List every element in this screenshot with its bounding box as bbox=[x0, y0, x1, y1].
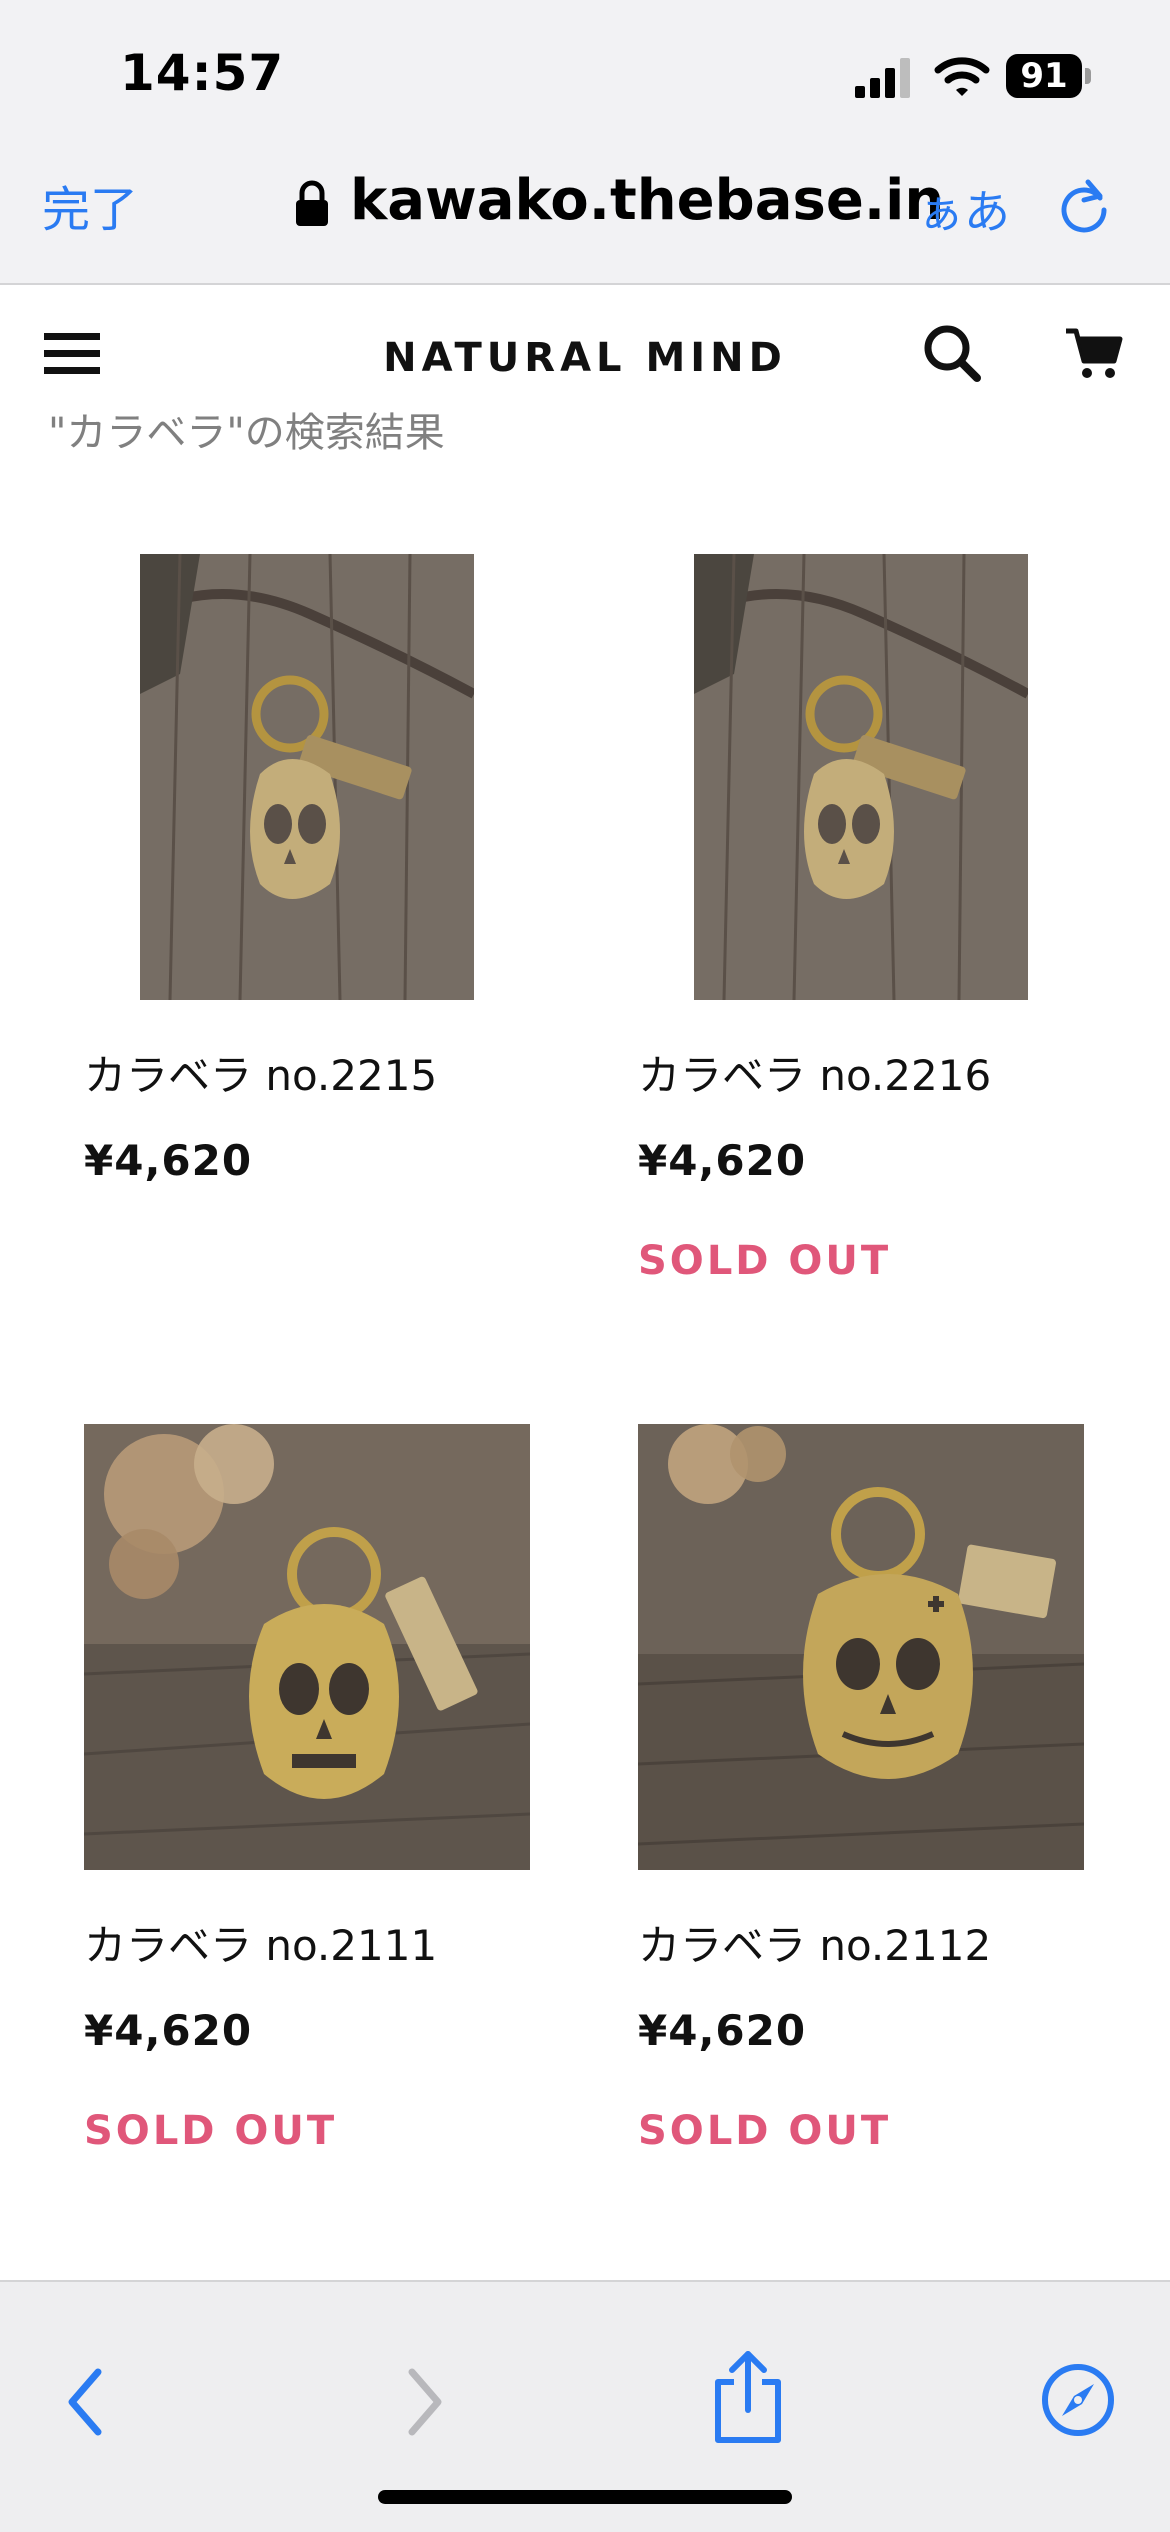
sold-out-badge: SOLD OUT bbox=[638, 2108, 892, 2154]
product-name[interactable]: カラベラ no.2215 bbox=[84, 1042, 437, 1103]
site-title[interactable]: NATURAL MIND bbox=[0, 335, 1170, 381]
search-results-heading: "カラベラ"の検索結果 bbox=[48, 410, 445, 456]
search-icon[interactable] bbox=[922, 323, 982, 383]
product-price: ¥4,620 bbox=[638, 1136, 807, 1185]
share-icon[interactable] bbox=[712, 2348, 784, 2444]
product-image[interactable] bbox=[140, 554, 474, 1000]
home-indicator[interactable] bbox=[378, 2490, 792, 2504]
status-time: 14:57 bbox=[120, 44, 285, 102]
product-name[interactable]: カラベラ no.2112 bbox=[638, 1912, 991, 1973]
battery-icon: 91 bbox=[1006, 54, 1091, 98]
product-card[interactable]: カラベラ no.2111 ¥4,620 SOLD OUT bbox=[84, 1424, 544, 2184]
status-bar: 14:57 91 bbox=[0, 0, 1170, 140]
text-size-button[interactable]: ぁあ bbox=[918, 176, 1010, 242]
sold-out-badge: SOLD OUT bbox=[84, 2108, 338, 2154]
product-price: ¥4,620 bbox=[84, 1136, 253, 1185]
product-card[interactable]: カラベラ no.2112 ¥4,620 SOLD OUT bbox=[638, 1424, 1098, 2184]
url-text[interactable]: kawako.thebase.in bbox=[350, 168, 944, 233]
battery-tip bbox=[1085, 68, 1091, 84]
browser-url-bar: 完了 kawako.thebase.in ぁあ bbox=[0, 140, 1170, 285]
site-header: NATURAL MIND bbox=[0, 287, 1170, 397]
signal-icon bbox=[855, 58, 910, 98]
product-image[interactable] bbox=[638, 1424, 1084, 1870]
product-name[interactable]: カラベラ no.2216 bbox=[638, 1042, 991, 1103]
product-image[interactable] bbox=[694, 554, 1028, 1000]
done-button[interactable]: 完了 bbox=[42, 170, 138, 240]
lock-icon bbox=[296, 180, 328, 226]
product-price: ¥4,620 bbox=[84, 2006, 253, 2055]
reload-icon[interactable] bbox=[1054, 176, 1114, 236]
back-icon[interactable] bbox=[58, 2362, 114, 2442]
sold-out-badge: SOLD OUT bbox=[638, 1238, 892, 1284]
wifi-icon bbox=[934, 57, 990, 96]
forward-icon[interactable] bbox=[396, 2362, 452, 2442]
product-image[interactable] bbox=[84, 1424, 530, 1870]
cart-icon[interactable] bbox=[1064, 325, 1124, 381]
product-name[interactable]: カラベラ no.2111 bbox=[84, 1912, 437, 1973]
battery-level: 91 bbox=[1006, 54, 1082, 98]
product-price: ¥4,620 bbox=[638, 2006, 807, 2055]
product-card[interactable]: カラベラ no.2215 ¥4,620 bbox=[84, 554, 544, 1254]
product-card[interactable]: カラベラ no.2216 ¥4,620 SOLD OUT bbox=[638, 554, 1098, 1314]
compass-icon[interactable] bbox=[1040, 2362, 1116, 2438]
